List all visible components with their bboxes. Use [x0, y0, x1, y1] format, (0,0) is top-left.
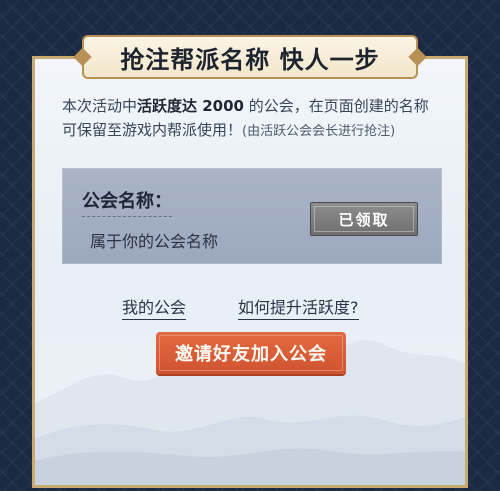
page-title: 抢注帮派名称 快人一步: [120, 44, 380, 74]
my-guild-link[interactable]: 我的公会: [122, 294, 187, 320]
event-description: 本次活动中活跃度达 2000 的公会，在页面创建的名称可保留至游戏内帮派使用！(…: [62, 94, 442, 144]
guild-name-value: 属于你的公会名称: [90, 232, 219, 251]
corner-ornament-left: [32, 56, 52, 76]
guild-name-label: 公会名称：: [82, 187, 172, 217]
invite-friends-button[interactable]: 邀请好友加入公会: [156, 332, 346, 374]
description-part1: 本次活动中: [62, 97, 138, 115]
guild-name-card: 公会名称： 属于你的公会名称 已领取: [62, 168, 442, 264]
title-banner: 抢注帮派名称 快人一步: [82, 35, 418, 79]
raise-activity-link[interactable]: 如何提升活跃度?: [238, 294, 359, 320]
description-note: (由活跃公会会长进行抢注): [242, 124, 396, 139]
claimed-button[interactable]: 已领取: [310, 202, 418, 236]
corner-ornament-right: [448, 56, 468, 76]
description-highlight: 活跃度达 2000: [137, 97, 244, 115]
